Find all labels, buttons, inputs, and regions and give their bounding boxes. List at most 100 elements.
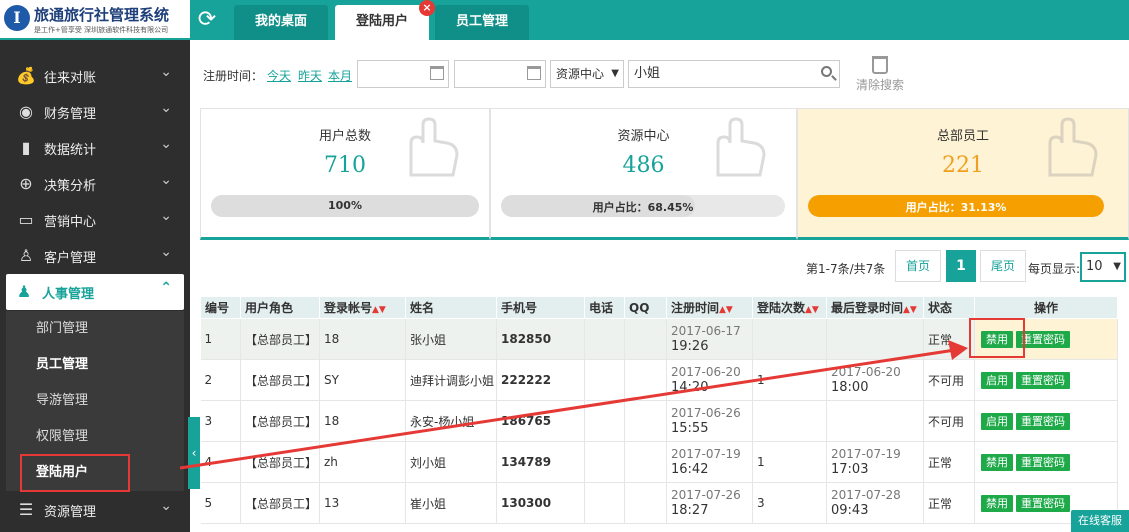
cell-reg-time-date: 2017-06-26 (671, 406, 741, 420)
sidebar-item-hr[interactable]: ♟ 人事管理 ⌃ (6, 274, 184, 310)
reset-password-button[interactable]: 重置密码 (1016, 371, 1070, 389)
cell-last-login: 2017-06-20 18:00 (826, 359, 924, 401)
cell-qq (624, 359, 667, 401)
cell-status: 正常 (923, 441, 975, 483)
cell-tel (584, 482, 625, 524)
reset-password-button[interactable]: 重置密码 (1016, 453, 1070, 471)
sidebar-item-resources[interactable]: ☰ 资源管理 ⌄ (0, 492, 190, 528)
search-input[interactable]: 小姐 (628, 60, 840, 88)
clear-search-button[interactable]: 清除搜索 (850, 56, 910, 93)
tab-desktop[interactable]: 我的桌面 (234, 5, 328, 40)
current-page-button[interactable]: 1 (946, 250, 976, 282)
cell-id: 5 (200, 482, 241, 524)
stat-card-value: 486 (622, 153, 665, 178)
cell-phone: 130300 (496, 482, 585, 524)
sidebar-subitem-departments[interactable]: 部门管理 (6, 311, 184, 347)
cell-tel (584, 441, 625, 483)
quick-yesterday-link[interactable]: 昨天 (298, 67, 322, 84)
col-header-account[interactable]: 登录帐号▲▼ (319, 296, 406, 319)
cell-name: 永安-杨小姐 (405, 400, 497, 442)
chevron-down-icon: ⌄ (160, 172, 172, 188)
cell-qq (624, 441, 667, 483)
cell-tel (584, 400, 625, 442)
disable-button[interactable]: 禁用 (981, 494, 1013, 512)
sidebar-item-decision[interactable]: ⊕ 决策分析 ⌄ (0, 166, 190, 202)
sidebar-item-marketing[interactable]: ▭ 营销中心 ⌄ (0, 202, 190, 238)
sidebar-item-finance[interactable]: ◉ 财务管理 ⌄ (0, 94, 190, 130)
close-icon[interactable]: × (419, 0, 435, 16)
cell-phone: 186765 (496, 400, 585, 442)
pagination: 第1-7条/共7条 首页 1 尾页 每页显示: 10 ▼ (200, 250, 1129, 286)
sidebar-subitem-staff[interactable]: 员工管理 (6, 347, 184, 383)
sidebar-item-accounts[interactable]: 💰 往来对账 ⌄ (0, 58, 190, 94)
col-header-label: 用户角色 (245, 301, 294, 315)
cell-name: 迪拜计调彭小姐 (405, 359, 497, 401)
sidebar-item-label: 营销中心 (44, 215, 97, 230)
stat-card-title: 用户总数 (318, 129, 371, 144)
page-size-select[interactable]: 10 ▼ (1080, 252, 1126, 282)
cell-account: zh (319, 441, 406, 483)
online-service-button[interactable]: 在线客服 (1071, 510, 1129, 532)
cell-status: 正常 (923, 482, 975, 524)
cell-reg-time-time: 16:42 (671, 462, 709, 477)
sort-icon[interactable]: ▲▼ (903, 305, 917, 315)
cell-logins: 1 (752, 441, 827, 483)
search-icon[interactable] (821, 66, 832, 77)
sidebar-item-stats[interactable]: ▮ 数据统计 ⌄ (0, 130, 190, 166)
table-row[interactable]: 2 【总部员工】 SY 迪拜计调彭小姐 222222 2017-06-20 14:20 1 20… (200, 359, 1118, 401)
date-to-input[interactable] (454, 60, 546, 88)
stat-card-value: 221 (942, 153, 984, 178)
cell-role: 【总部员工】 (240, 318, 320, 360)
sidebar-subitem-permissions[interactable]: 权限管理 (6, 419, 184, 455)
sidebar-subitem-guides[interactable]: 导游管理 (6, 383, 184, 419)
col-header-logins[interactable]: 登陆次数▲▼ (752, 296, 827, 319)
money-bag-icon: 💰 (16, 66, 36, 85)
first-page-button[interactable]: 首页 (895, 250, 941, 282)
cell-id: 3 (200, 400, 241, 442)
col-header-actions: 操作 (974, 296, 1118, 319)
cell-name: 张小姐 (405, 318, 497, 360)
filter-bar: 注册时间： 今天 昨天 本月 - 资源中心▼ 小姐 清除搜索 (200, 50, 1129, 96)
cell-reg-time-time: 14:20 (671, 380, 709, 395)
reset-password-button[interactable]: 重置密码 (1016, 412, 1070, 430)
cell-last-login-time: 09:43 (831, 503, 869, 518)
chevron-up-icon: ⌃ (160, 280, 172, 296)
table-row[interactable]: 4 【总部员工】 zh 刘小姐 134789 2017-07-19 16:42 1 2017-0… (200, 441, 1118, 483)
cell-last-login-date: 2017-07-19 (831, 447, 901, 461)
sort-icon[interactable]: ▲▼ (805, 305, 819, 315)
cell-reg-time: 2017-07-19 16:42 (666, 441, 753, 483)
monitor-icon: ▭ (18, 210, 34, 229)
cell-last-login-date: 2017-07-28 (831, 488, 901, 502)
cell-role: 【总部员工】 (240, 400, 320, 442)
list-icon: ☰ (18, 500, 34, 519)
tab-login-users[interactable]: 登陆用户 × (335, 0, 435, 40)
sidebar-item-customers[interactable]: ♙ 客户管理 ⌄ (0, 238, 190, 274)
last-page-button[interactable]: 尾页 (980, 250, 1026, 282)
enable-button[interactable]: 启用 (981, 412, 1013, 430)
refresh-icon[interactable]: ⟳ (192, 5, 222, 35)
table-row[interactable]: 3 【总部员工】 18 永安-杨小姐 186765 2017-06-26 15:55 不可用启… (200, 400, 1118, 442)
source-select[interactable]: 资源中心 ▼ (550, 60, 624, 88)
col-header-label: 注册时间 (671, 301, 720, 315)
date-from-input[interactable] (357, 60, 449, 88)
sidebar-collapse-handle[interactable]: ‹ (188, 417, 200, 489)
quick-month-link[interactable]: 本月 (328, 67, 352, 84)
reset-password-button[interactable]: 重置密码 (1016, 494, 1070, 512)
cell-status: 不可用 (923, 359, 975, 401)
globe-icon: ⊕ (19, 174, 33, 193)
chevron-down-icon: ⌄ (160, 208, 172, 224)
col-header-qq: QQ (624, 296, 667, 319)
sort-icon[interactable]: ▲▼ (372, 305, 386, 315)
enable-button[interactable]: 启用 (981, 371, 1013, 389)
quick-today-link[interactable]: 今天 (267, 67, 291, 84)
cell-account: 18 (319, 400, 406, 442)
col-header-last-login[interactable]: 最后登录时间▲▼ (826, 296, 924, 319)
col-header-reg-time[interactable]: 注册时间▲▼ (666, 296, 753, 319)
calendar-icon[interactable] (430, 66, 444, 80)
table-row[interactable]: 5 【总部员工】 13 崔小姐 130300 2017-07-26 18:27 3 2017-0… (200, 482, 1118, 524)
calendar-icon[interactable] (527, 66, 541, 80)
cell-last-login-time: 17:03 (831, 462, 869, 477)
tab-staff[interactable]: 员工管理 (435, 5, 529, 40)
sort-icon[interactable]: ▲▼ (719, 305, 733, 315)
disable-button[interactable]: 禁用 (981, 453, 1013, 471)
